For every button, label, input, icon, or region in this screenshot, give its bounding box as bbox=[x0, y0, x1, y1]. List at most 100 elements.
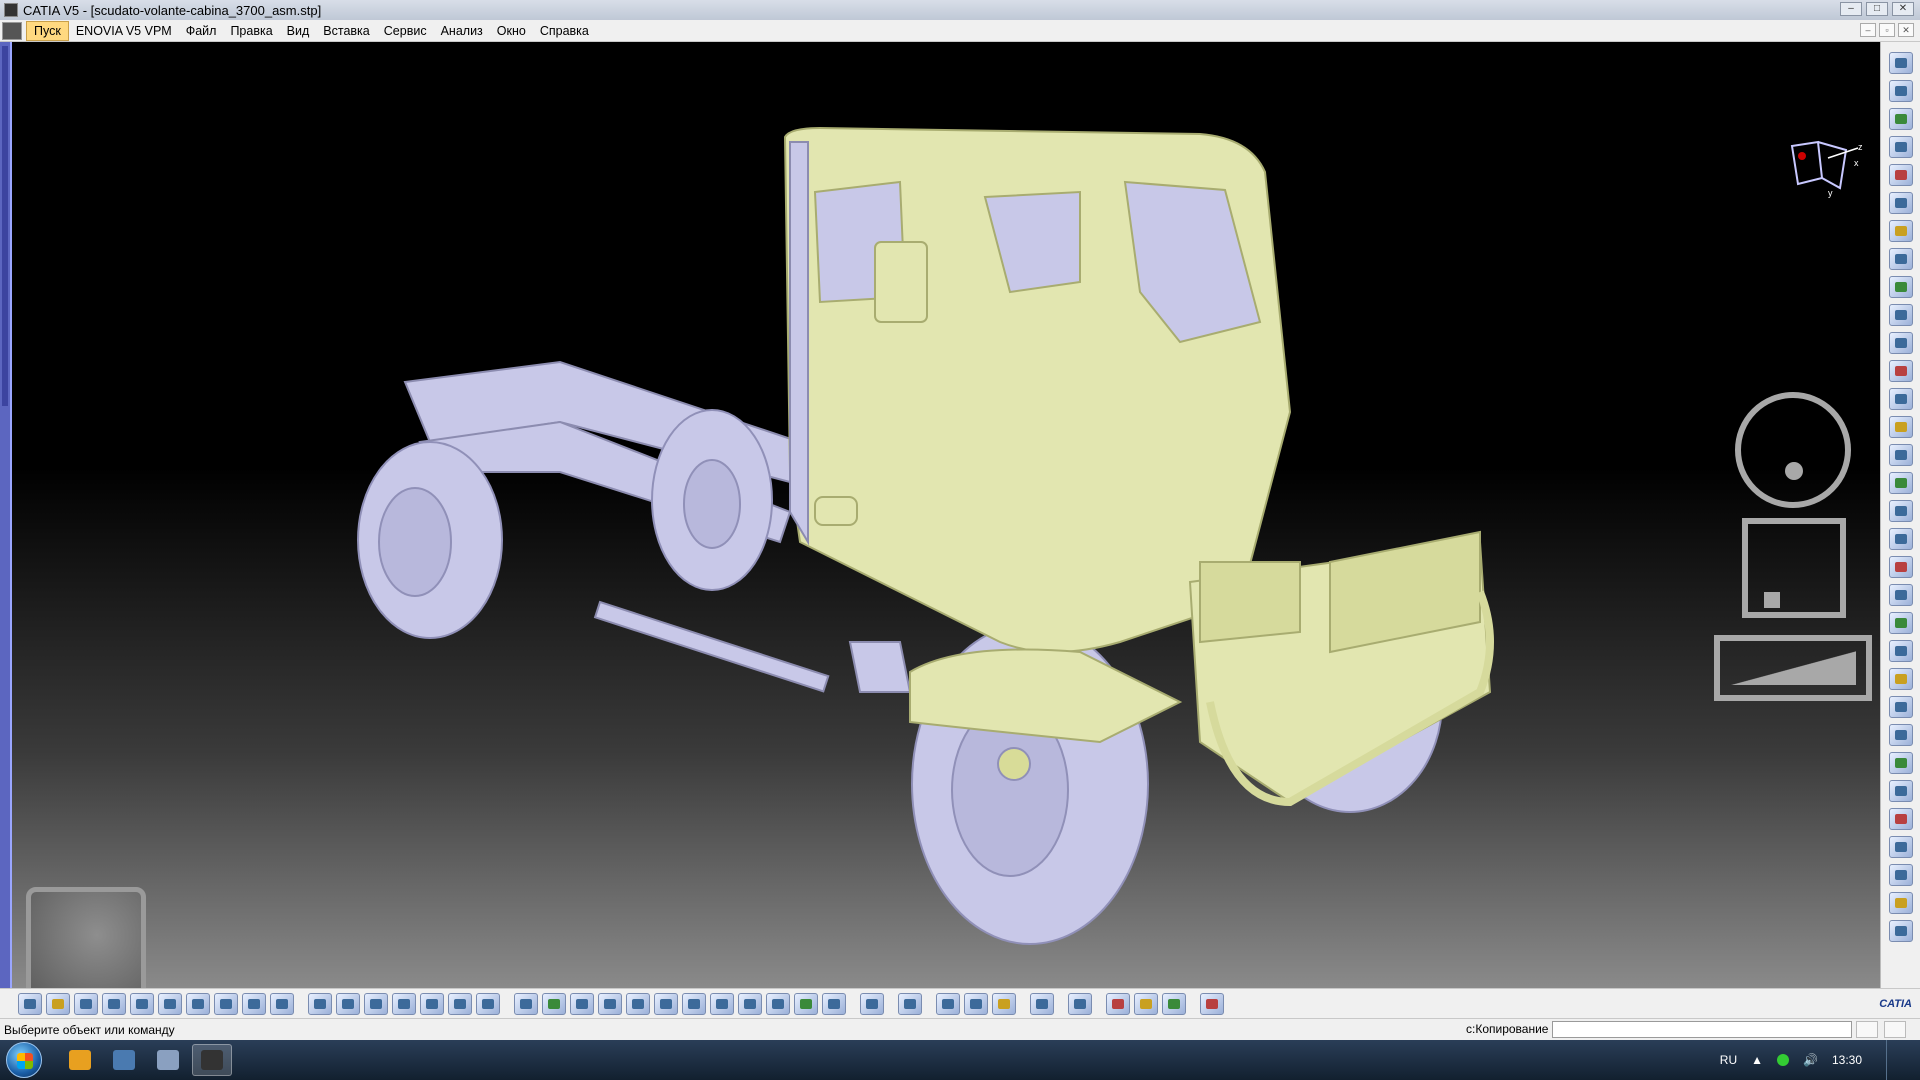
toolbar-icon-annotation[interactable] bbox=[1888, 892, 1913, 914]
task-explorer[interactable] bbox=[104, 1044, 144, 1076]
print-icon[interactable] bbox=[102, 992, 126, 1015]
document-menu-icon[interactable] bbox=[2, 21, 22, 40]
save-icon[interactable] bbox=[74, 992, 98, 1015]
comment-icon[interactable] bbox=[336, 992, 360, 1015]
command-clear-button[interactable] bbox=[1884, 1021, 1906, 1038]
menu-start[interactable]: Пуск bbox=[26, 20, 69, 41]
toolbar-icon-reorder[interactable] bbox=[1888, 220, 1913, 242]
swap-space-icon[interactable] bbox=[822, 992, 846, 1015]
capture-icon[interactable] bbox=[860, 992, 884, 1015]
toolbar-icon-product[interactable] bbox=[1888, 80, 1913, 102]
formula-icon[interactable] bbox=[308, 992, 332, 1015]
shading-icon[interactable] bbox=[766, 992, 790, 1015]
zoom-navigation-widget[interactable] bbox=[1714, 635, 1872, 701]
menu-help[interactable]: Справка bbox=[533, 22, 596, 40]
compass-widget[interactable]: z x y bbox=[1788, 138, 1868, 198]
language-indicator[interactable]: RU bbox=[1720, 1053, 1737, 1067]
overview-map[interactable] bbox=[26, 887, 146, 988]
task-app[interactable] bbox=[148, 1044, 188, 1076]
toolbar-icon-add[interactable] bbox=[1888, 808, 1913, 830]
menu-window[interactable]: Окно bbox=[490, 22, 533, 40]
menu-insert[interactable]: Вставка bbox=[316, 22, 376, 40]
fit-all-icon[interactable] bbox=[542, 992, 566, 1015]
toolbar-icon-measure[interactable] bbox=[1888, 864, 1913, 886]
toolbar-icon-graph[interactable] bbox=[1888, 192, 1913, 214]
workbench-c-icon[interactable] bbox=[1162, 992, 1186, 1015]
eraser-icon[interactable] bbox=[1068, 992, 1092, 1015]
toolbar-icon-select[interactable] bbox=[1888, 276, 1913, 298]
3d-viewport[interactable]: z x y ↗ bbox=[0, 42, 1880, 988]
paste-icon[interactable] bbox=[186, 992, 210, 1015]
undo-icon[interactable] bbox=[214, 992, 238, 1015]
tree-icon[interactable] bbox=[420, 992, 444, 1015]
workbench-b-icon[interactable] bbox=[1134, 992, 1158, 1015]
toolbar-icon-replace[interactable] bbox=[1888, 164, 1913, 186]
menu-enovia[interactable]: ENOVIA V5 VPM bbox=[69, 22, 179, 40]
measure-inertia-icon[interactable] bbox=[992, 992, 1016, 1015]
minimize-button[interactable]: – bbox=[1840, 2, 1862, 16]
close-button[interactable]: ✕ bbox=[1892, 2, 1914, 16]
toolbar-icon-explode[interactable] bbox=[1888, 360, 1913, 382]
toolbar-icon-insert[interactable] bbox=[1888, 136, 1913, 158]
update-icon[interactable] bbox=[898, 992, 922, 1015]
toolbar-icon-numbering[interactable] bbox=[1888, 248, 1913, 270]
normal-view-icon[interactable] bbox=[682, 992, 706, 1015]
toolbar-icon-split[interactable] bbox=[1888, 724, 1913, 746]
start-button[interactable] bbox=[6, 1042, 42, 1078]
toolbar-icon-scenes[interactable] bbox=[1888, 920, 1913, 942]
tray-expand-icon[interactable]: ▲ bbox=[1751, 1053, 1763, 1067]
cut-icon[interactable] bbox=[130, 992, 154, 1015]
command-input[interactable] bbox=[1552, 1021, 1852, 1038]
doc-minimize-button[interactable]: – bbox=[1860, 23, 1876, 37]
new-icon[interactable] bbox=[18, 992, 42, 1015]
menu-file[interactable]: Файл bbox=[179, 22, 224, 40]
iso-view-icon[interactable] bbox=[738, 992, 762, 1015]
rotate-navigation-widget[interactable] bbox=[1735, 392, 1851, 508]
open-icon[interactable] bbox=[46, 992, 70, 1015]
zoom-out-icon[interactable] bbox=[654, 992, 678, 1015]
toolbar-icon-remove[interactable] bbox=[1888, 836, 1913, 858]
toolbar-icon-flexible[interactable] bbox=[1888, 612, 1913, 634]
workbench-a-icon[interactable] bbox=[1106, 992, 1130, 1015]
macro-icon[interactable] bbox=[364, 992, 388, 1015]
measure-item-icon[interactable] bbox=[964, 992, 988, 1015]
toolbar-icon-snap[interactable] bbox=[1888, 332, 1913, 354]
rotate-icon[interactable] bbox=[598, 992, 622, 1015]
toolbar-icon-hole[interactable] bbox=[1888, 752, 1913, 774]
toolbar-icon-coincidence[interactable] bbox=[1888, 416, 1913, 438]
fly-mode-icon[interactable] bbox=[514, 992, 538, 1015]
volume-icon[interactable]: 🔊 bbox=[1803, 1053, 1818, 1067]
toolbar-icon-assembly[interactable] bbox=[1888, 52, 1913, 74]
menu-analysis[interactable]: Анализ bbox=[434, 22, 490, 40]
command-history-button[interactable] bbox=[1856, 1021, 1878, 1038]
toolbar-icon-offset[interactable] bbox=[1888, 472, 1913, 494]
toolbar-icon-clash[interactable] bbox=[1888, 388, 1913, 410]
menu-tools[interactable]: Сервис bbox=[377, 22, 434, 40]
catalog-icon[interactable] bbox=[392, 992, 416, 1015]
menu-view[interactable]: Вид bbox=[280, 22, 317, 40]
toolbar-icon-angle[interactable] bbox=[1888, 500, 1913, 522]
sync-icon[interactable] bbox=[1030, 992, 1054, 1015]
toolbar-icon-pocket[interactable] bbox=[1888, 780, 1913, 802]
network-icon[interactable] bbox=[1777, 1054, 1790, 1066]
toolbar-icon-fix-together[interactable] bbox=[1888, 556, 1913, 578]
redo-icon[interactable] bbox=[242, 992, 266, 1015]
hide-show-icon[interactable] bbox=[794, 992, 818, 1015]
zoom-in-icon[interactable] bbox=[626, 992, 650, 1015]
menu-edit[interactable]: Правка bbox=[223, 22, 279, 40]
pan-navigation-widget[interactable] bbox=[1742, 518, 1846, 618]
pan-icon[interactable] bbox=[570, 992, 594, 1015]
doc-restore-button[interactable]: ▫ bbox=[1879, 23, 1895, 37]
copy-icon[interactable] bbox=[158, 992, 182, 1015]
grid-icon[interactable] bbox=[1200, 992, 1224, 1015]
task-catia[interactable] bbox=[192, 1044, 232, 1076]
toolbar-icon-quick-constraint[interactable] bbox=[1888, 584, 1913, 606]
toolbar-icon-update[interactable] bbox=[1888, 696, 1913, 718]
parameters-icon[interactable] bbox=[476, 992, 500, 1015]
toolbar-icon-change-constraint[interactable] bbox=[1888, 640, 1913, 662]
knowledge-icon[interactable] bbox=[448, 992, 472, 1015]
toolbar-icon-reuse-pattern[interactable] bbox=[1888, 668, 1913, 690]
measure-between-icon[interactable] bbox=[936, 992, 960, 1015]
toolbar-icon-component[interactable] bbox=[1888, 108, 1913, 130]
doc-close-button[interactable]: ✕ bbox=[1898, 23, 1914, 37]
